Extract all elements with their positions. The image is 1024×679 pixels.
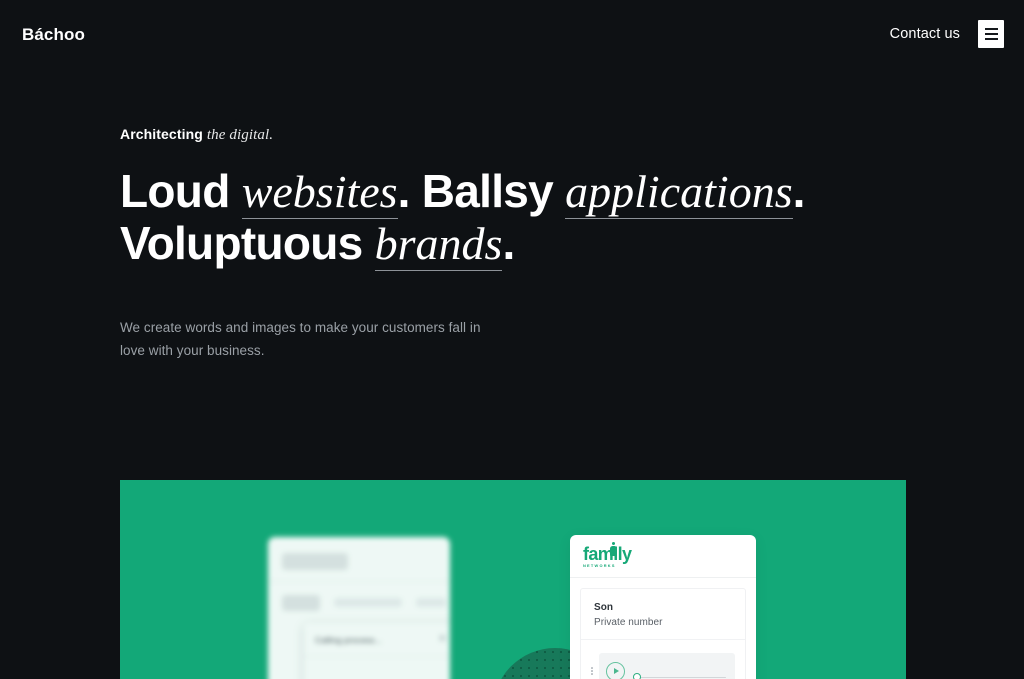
calling-dialog: Calling process... ✕ Daughter Calling pr… xyxy=(304,623,450,679)
scrubber-track xyxy=(633,677,726,679)
headline-emphasis-applications: applications xyxy=(565,166,793,219)
conversation-panel: Son Private number xyxy=(580,588,746,679)
calling-dialog-header: Calling process... ✕ xyxy=(304,623,450,657)
family-networks-logo: family NETWORKS xyxy=(583,541,632,568)
family-logo-word: family xyxy=(583,543,632,564)
audio-player: 00:00 00:15 xyxy=(599,653,735,679)
eyebrow-italic-text: the digital. xyxy=(206,127,274,143)
headline-period-1: . xyxy=(792,165,806,217)
menu-bar-3 xyxy=(984,38,998,40)
hero-subtext: We create words and images to make your … xyxy=(120,319,481,359)
contact-us-link[interactable]: Contact us xyxy=(890,27,960,42)
person-head xyxy=(611,541,616,545)
hamburger-menu-icon[interactable] xyxy=(978,20,1004,48)
site-header: Báchoo Contact us xyxy=(0,0,1024,68)
brand-logo[interactable]: Báchoo xyxy=(22,26,85,43)
hero-section: Architecting the digital. Loud websites.… xyxy=(120,126,940,362)
eyebrow-bold-text: Architecting xyxy=(120,126,203,142)
contact-name: Son xyxy=(594,602,614,613)
kebab-dot-1 xyxy=(591,666,593,669)
mockup-divider xyxy=(268,581,450,582)
hero-eyebrow: Architecting the digital. xyxy=(120,126,940,144)
header-nav: Contact us xyxy=(890,20,1004,48)
right-app-mockup: family NETWORKS Son Private number xyxy=(570,535,756,679)
headline-emphasis-brands: brands xyxy=(374,217,503,271)
mockup-placeholder-bar-1 xyxy=(334,598,402,607)
family-logo-subtitle: NETWORKS xyxy=(583,562,616,568)
headline-emphasis-websites: websites xyxy=(241,166,398,219)
headline-text-loud: Loud xyxy=(120,165,242,217)
scrubber-knob[interactable] xyxy=(633,673,641,679)
headline-line-2: Voluptuous brands. xyxy=(120,216,940,271)
menu-bar-1 xyxy=(984,28,998,30)
person-body xyxy=(610,545,617,557)
headline-period-2: . xyxy=(502,216,515,269)
contact-number: Private number xyxy=(594,617,663,628)
close-x-icon[interactable]: ✕ xyxy=(438,634,447,645)
headline-text-voluptuous: Voluptuous xyxy=(120,216,375,269)
kebab-dot-2 xyxy=(591,670,593,672)
left-app-mockup: Calling process... ✕ Daughter Calling pr… xyxy=(268,537,450,679)
menu-bar-2 xyxy=(984,33,998,35)
play-button-icon[interactable] xyxy=(606,661,625,679)
headline-text-ballsy: . Ballsy xyxy=(397,165,566,217)
play-triangle xyxy=(613,668,619,674)
app-topbar: family NETWORKS xyxy=(570,535,756,578)
mockup-placeholder-logo xyxy=(282,553,348,570)
contact-header: Son Private number xyxy=(581,589,745,640)
calling-dialog-title: Calling process... xyxy=(315,634,382,645)
kebab-dot-3 xyxy=(591,673,593,676)
headline-line-1: Loud websites. Ballsy applications. xyxy=(120,165,940,219)
landing-page: Báchoo Contact us Architecting the digit… xyxy=(0,0,1024,679)
family-person-icon xyxy=(610,541,617,557)
page-title: Loud websites. Ballsy applications. Volu… xyxy=(120,165,940,271)
mockup-placeholder-title xyxy=(282,595,320,611)
showcase-section: Calling process... ✕ Daughter Calling pr… xyxy=(120,480,906,679)
calling-dialog-body: Daughter Calling process.. xyxy=(304,657,450,679)
mockup-placeholder-bar-2 xyxy=(416,598,446,607)
voicemail-row: 00:00 00:15 xyxy=(581,640,745,679)
more-options-icon[interactable] xyxy=(587,666,597,676)
